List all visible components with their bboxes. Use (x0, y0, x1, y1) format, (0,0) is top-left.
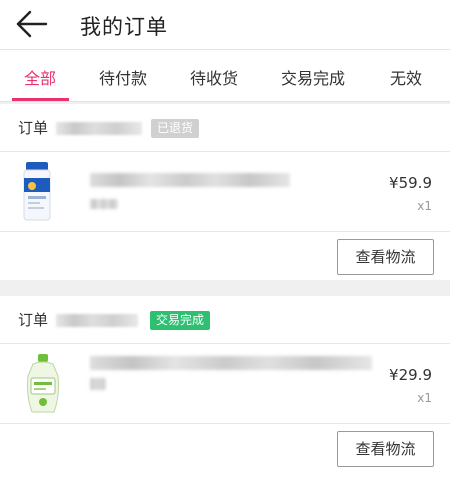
order-header: 订单 已退货 (0, 104, 450, 152)
view-logistics-button[interactable]: 查看物流 (337, 431, 434, 467)
product-price: ¥29.9 (389, 366, 432, 384)
status-badge: 已退货 (151, 119, 200, 138)
order-card[interactable]: 订单 已退货 ¥59.9 x1 查看物流 (0, 104, 450, 280)
lotion-bottle-icon (16, 352, 80, 416)
order-number-redacted (56, 122, 142, 135)
order-actions: 查看物流 (0, 232, 450, 282)
tab-invalid[interactable]: 无效 (390, 65, 422, 89)
back-arrow-icon[interactable] (14, 8, 50, 40)
product-quantity: x1 (417, 199, 432, 213)
order-tabs: 全部 待付款 待收货 交易完成 无效 (0, 50, 450, 102)
page-title: 我的订单 (80, 15, 168, 39)
product-name-redacted (90, 173, 290, 187)
tab-all[interactable]: 全部 (24, 65, 56, 89)
product-name-redacted (90, 356, 372, 370)
product-row[interactable]: ¥59.9 x1 (0, 152, 450, 232)
sunscreen-bottle-icon (16, 160, 80, 224)
product-spec-redacted (90, 199, 118, 209)
status-badge: 交易完成 (150, 311, 211, 330)
view-logistics-button[interactable]: 查看物流 (337, 239, 434, 275)
product-row[interactable]: ¥29.9 x1 (0, 344, 450, 424)
order-label: 订单 (18, 119, 49, 137)
product-name-redacted (90, 378, 106, 390)
order-actions: 查看物流 (0, 424, 450, 474)
tab-completed[interactable]: 交易完成 (281, 65, 345, 89)
order-card[interactable]: 订单 交易完成 ¥29.9 x1 查看物流 (0, 296, 450, 480)
tab-pending-receipt[interactable]: 待收货 (190, 65, 238, 89)
order-label: 订单 (18, 311, 49, 329)
order-number-redacted (56, 314, 138, 327)
order-header: 订单 交易完成 (0, 296, 450, 344)
tab-pending-payment[interactable]: 待付款 (99, 65, 147, 89)
product-price: ¥59.9 (389, 174, 432, 192)
app-header: 我的订单 (0, 0, 450, 50)
active-tab-indicator (12, 98, 69, 101)
product-quantity: x1 (417, 391, 432, 405)
